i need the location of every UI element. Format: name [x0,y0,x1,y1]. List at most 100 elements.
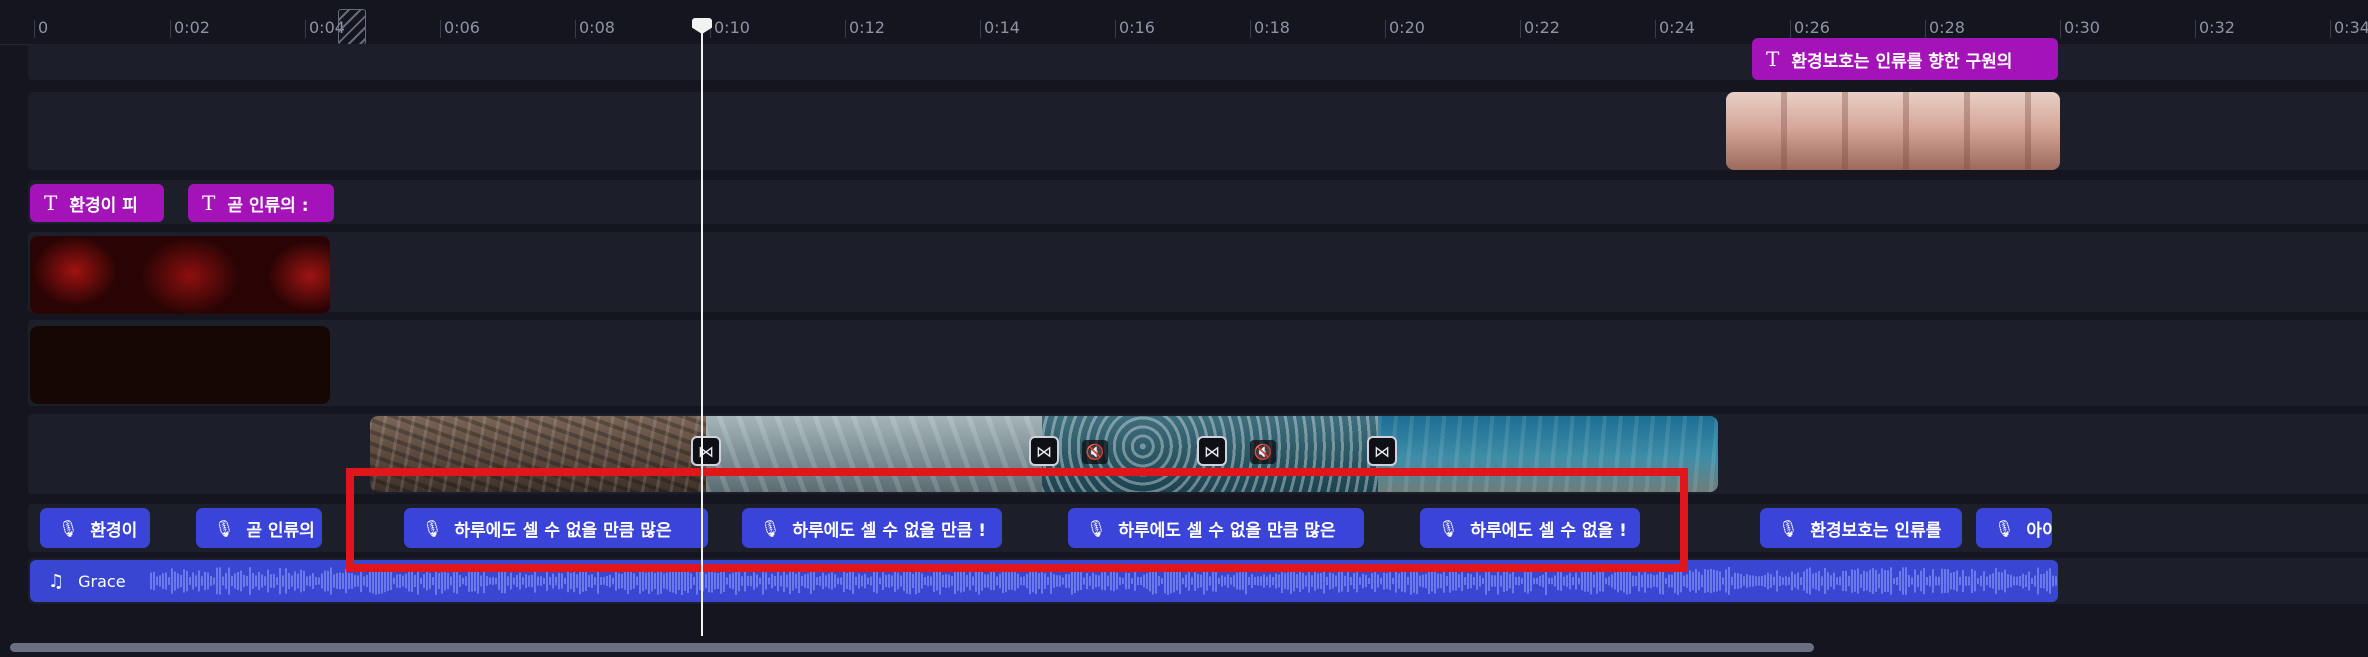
waveform-bar [2001,572,2003,590]
waveform-bar [2055,576,2057,586]
waveform-bar [1689,570,1691,592]
waveform-bar [1803,571,1805,591]
waveform-bar [792,571,794,591]
waveform-bar [1569,572,1571,590]
waveform-bar [354,575,356,587]
playhead-line[interactable] [701,28,703,657]
waveform-bar [204,571,206,591]
waveform-bar [615,571,617,591]
waveform-bar [444,571,446,591]
waveform-bar [474,570,476,592]
waveform-bar [159,575,161,587]
waveform-bar [1056,575,1058,587]
waveform-bar [1725,569,1727,593]
waveform-bar [933,570,935,592]
waveform-bar [990,571,992,591]
waveform-bar [2040,574,2042,588]
text-clip[interactable]: T 곧 인류의 : [188,184,334,222]
waveform-bar [1749,575,1751,587]
waveform-bar [744,570,746,592]
loop-marker-icon[interactable] [338,9,366,45]
ruler-tick [2330,20,2331,38]
waveform-bar [2007,574,2009,588]
waveform-bar [555,576,557,586]
waveform-bar [1017,573,1019,589]
text-icon: T [1766,47,1780,71]
text-clip[interactable]: T 환경보호는 인류를 향한 구원의 [1752,38,2058,80]
waveform-bar [1587,570,1589,592]
waveform-bar [393,577,395,585]
voiceover-clip[interactable]: 🎙 곧 인류의 [196,508,322,548]
transition-icon[interactable]: ⋈ [691,436,721,466]
voiceover-clip-label: 환경이 [90,520,138,541]
waveform-bar [1671,574,1673,588]
mute-icon[interactable]: 🔇 [1250,440,1276,464]
voiceover-clip[interactable]: 🎙 환경보호는 인류를 [1760,508,1962,548]
waveform-bar [1887,570,1889,592]
waveform-bar [633,573,635,589]
waveform-bar [1914,569,1916,593]
mute-icon[interactable]: 🔇 [1082,440,1108,464]
waveform-bar [597,568,599,594]
waveform-bar [1320,572,1322,590]
waveform-bar [753,572,755,590]
waveform-bar [1692,571,1694,591]
voiceover-clip[interactable]: 🎙 환경이 [40,508,150,548]
waveform-bar [738,570,740,592]
ruler-tick [1250,20,1251,38]
waveform-bar [369,569,371,593]
waveform-bar [1770,574,1772,588]
waveform-bar [1413,569,1415,593]
waveform-bar [1224,576,1226,586]
video-clip[interactable] [30,326,330,404]
waveform-bar [1068,574,1070,588]
waveform-bar [786,574,788,588]
ruler-tick-label: 0:18 [1254,18,1290,37]
waveform-bar [723,570,725,592]
waveform-bar [1596,568,1598,594]
voiceover-clip-label: 곧 인류의 [246,520,315,541]
ruler-tick [980,20,981,38]
waveform-bar [1137,576,1139,586]
transition-icon[interactable]: ⋈ [1197,436,1227,466]
video-clip[interactable] [30,236,330,314]
image-clip[interactable] [1726,92,2060,170]
timeline[interactable]: 0 0:02 0:04 0:06 0:08 0:10 0:12 0:14 0:1… [0,0,2368,657]
waveform-bar [1443,569,1445,593]
waveform-bar [624,572,626,590]
transition-icon[interactable]: ⋈ [1367,436,1397,466]
waveform-bar [1491,575,1493,587]
waveform-bar [1734,572,1736,590]
waveform-bar [1374,570,1376,592]
waveform-bar [258,571,260,591]
waveform-bar [855,576,857,586]
transition-icon[interactable]: ⋈ [1029,436,1059,466]
text-clip[interactable]: T 환경이 피 [30,184,164,222]
waveform-bar [1860,574,1862,588]
waveform-bar [372,568,374,594]
waveform-bar [342,573,344,589]
waveform-bar [1995,568,1997,594]
waveform-bar [486,576,488,586]
horizontal-scrollbar-thumb[interactable] [10,643,1814,652]
waveform-bar [843,569,845,593]
waveform-bar [405,573,407,589]
waveform-bar [804,574,806,588]
waveform-bar [1827,572,1829,590]
waveform-bar [1923,567,1925,595]
waveform-bar [1185,574,1187,588]
waveform-bar [651,570,653,592]
track-video-dark [28,320,2368,406]
waveform-bar [630,572,632,590]
waveform-bar [1032,569,1034,593]
waveform-bar [1119,576,1121,586]
waveform-bar [618,573,620,589]
ruler-tick [440,20,441,38]
waveform-bar [1434,568,1436,594]
waveform-bar [501,568,503,594]
ruler-tick [1925,20,1926,38]
waveform-bar [1578,577,1580,585]
waveform-bar [318,577,320,585]
voiceover-clip[interactable]: 🎙 아이 [1976,508,2052,548]
waveform-bar [345,568,347,594]
